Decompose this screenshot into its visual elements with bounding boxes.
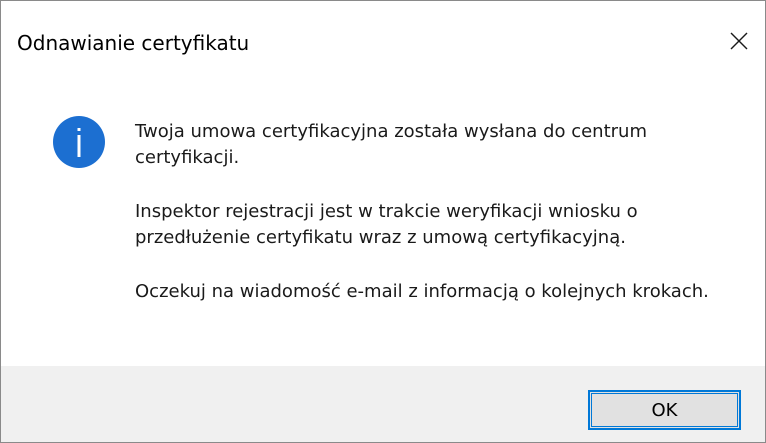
message-text: Twoja umowa certyfikacyjna została wysła… (135, 119, 735, 333)
message-paragraph-2: Inspektor rejestracji jest w trakcie wer… (135, 201, 638, 248)
ok-button-label: OK (591, 393, 738, 427)
close-button[interactable] (721, 23, 757, 59)
dialog-title: Odnawianie certyfikatu (17, 31, 250, 55)
dialog-content: Twoja umowa certyfikacyjna została wysła… (1, 61, 765, 366)
message-dialog: Odnawianie certyfikatu Twoja umowa certy… (0, 0, 766, 443)
dialog-footer: OK (1, 366, 765, 442)
close-icon (730, 32, 748, 50)
info-icon (53, 116, 105, 168)
ok-button[interactable]: OK (588, 390, 741, 430)
title-bar: Odnawianie certyfikatu (1, 1, 765, 57)
message-paragraph-1: Twoja umowa certyfikacyjna została wysła… (135, 121, 647, 168)
message-paragraph-3: Oczekuj na wiadomość e-mail z informacją… (135, 281, 709, 302)
